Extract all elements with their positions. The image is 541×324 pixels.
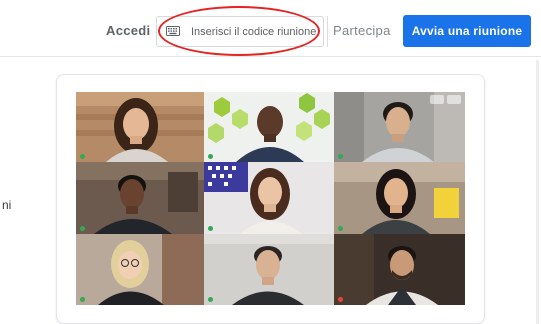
video-call-preview-grid (76, 92, 465, 305)
participant-photo (76, 234, 204, 305)
meeting-code-input[interactable] (191, 23, 317, 41)
participant-name-bar (208, 226, 216, 231)
participant-tile (334, 92, 465, 162)
participant-tile (334, 162, 465, 234)
participant-name-bar (80, 226, 88, 231)
mic-icon (208, 154, 213, 159)
participant-name-bar (80, 154, 88, 159)
mic-icon (338, 154, 343, 159)
mic-icon (80, 154, 85, 159)
participant-tile (76, 162, 204, 234)
participant-name-bar (338, 226, 346, 231)
participant-tile (204, 234, 334, 305)
participant-tile (76, 234, 204, 305)
mic-icon (208, 226, 213, 231)
participant-photo (204, 92, 334, 162)
participant-tile (334, 234, 465, 305)
mic-icon (208, 297, 213, 302)
start-meeting-button[interactable]: Avvia una riunione (403, 15, 531, 47)
keyboard-icon (166, 26, 180, 36)
tile-overlay-controls (430, 95, 461, 104)
participant-tile (76, 92, 204, 162)
participant-name-bar (208, 297, 216, 302)
mic-icon (80, 226, 85, 231)
participant-photo (334, 234, 465, 305)
participant-name-bar (338, 154, 346, 159)
participant-photo (204, 162, 334, 234)
mic-muted-icon (338, 297, 343, 302)
top-bar: Accedi Partecipa Avvia una riunione (0, 0, 541, 56)
mic-icon (338, 226, 343, 231)
header-divider (0, 56, 541, 57)
chat-icon (447, 95, 461, 104)
participant-name-bar (338, 297, 346, 302)
truncated-side-text: ni (2, 198, 12, 212)
divider (327, 16, 328, 47)
participant-name-bar (208, 154, 216, 159)
mic-icon (80, 297, 85, 302)
meeting-code-field[interactable] (156, 16, 324, 47)
participant-name-bar (80, 297, 88, 302)
sign-in-link[interactable]: Accedi (106, 23, 150, 38)
participant-tile (204, 92, 334, 162)
join-link[interactable]: Partecipa (333, 23, 391, 38)
participant-tile (204, 162, 334, 234)
participant-photo (76, 92, 204, 162)
participant-photo (204, 234, 334, 305)
people-icon (430, 95, 444, 104)
scrollbar-track[interactable] (536, 60, 539, 324)
participant-photo (76, 162, 204, 234)
participant-photo (334, 162, 465, 234)
